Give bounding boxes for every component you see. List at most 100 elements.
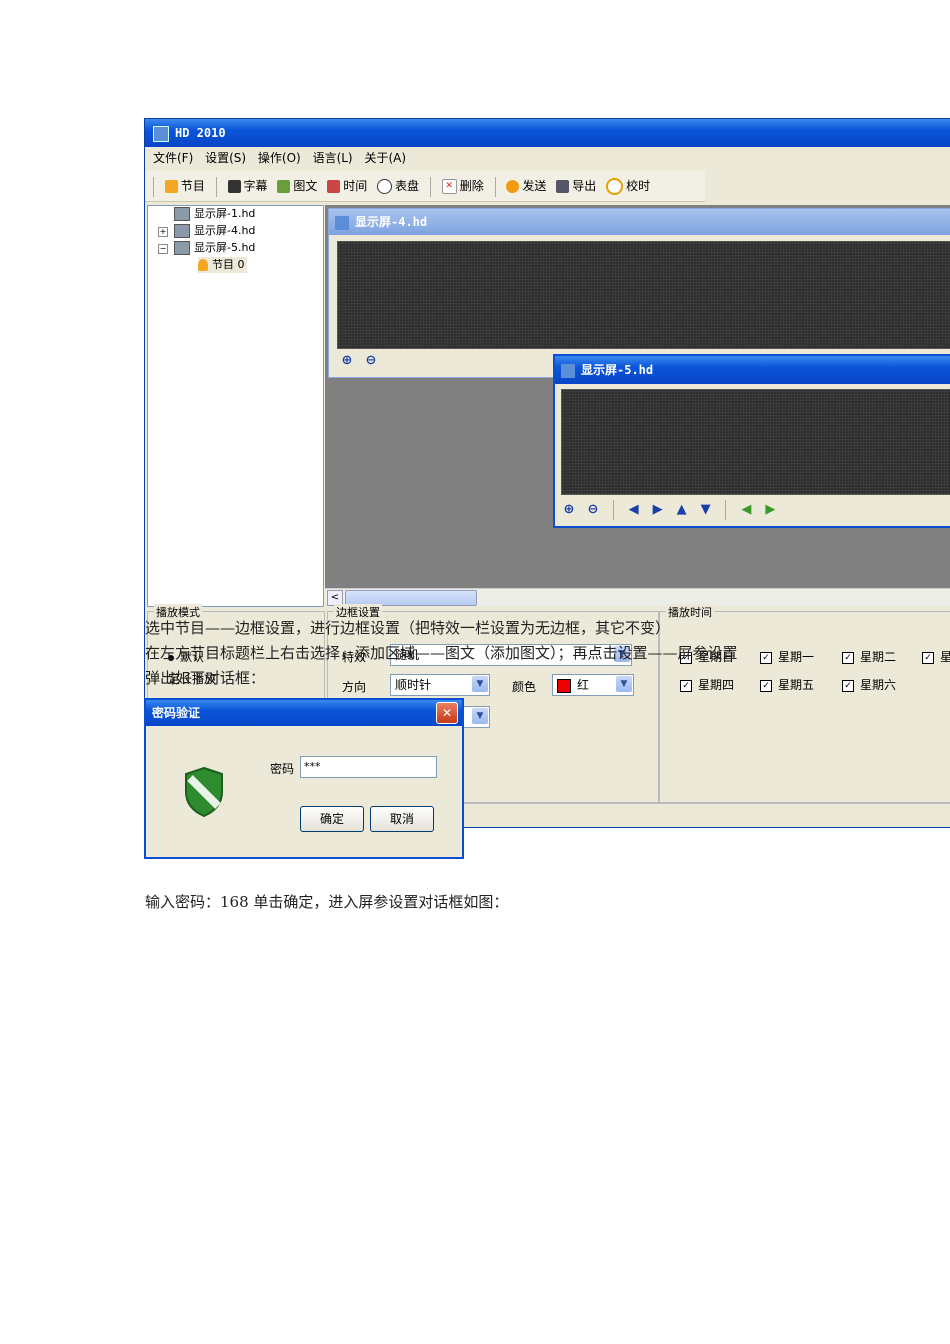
menu-about[interactable]: 关于(A) <box>364 148 406 168</box>
display-icon <box>174 241 190 255</box>
led-preview-4 <box>337 241 950 349</box>
checkmark-icon: ✓ <box>842 679 854 692</box>
time-sync-button[interactable]: 校时 <box>603 173 653 199</box>
doc-line-4: 输入密码：168 单击确定，进入屏参设置对话框如图： <box>145 893 509 911</box>
day-thursday-checkbox[interactable]: ✓ 星期四 <box>680 676 734 693</box>
color-swatch <box>557 678 571 693</box>
checkmark-icon: ✓ <box>680 679 692 692</box>
tree-item-screen-1[interactable]: 显示屏-1.hd <box>174 206 255 222</box>
app-icon <box>153 125 169 142</box>
day-tuesday-checkbox[interactable]: ✓ 星期二 <box>842 648 896 665</box>
checkmark-icon: ✓ <box>922 651 934 664</box>
delete-button[interactable]: ✕ 删除 <box>439 173 487 199</box>
menu-file[interactable]: 文件(F) <box>153 148 193 168</box>
clock-face-button[interactable]: 表盘 <box>374 173 422 199</box>
chevron-down-icon: ▼ <box>616 676 632 692</box>
time-button[interactable]: 时间 <box>324 173 370 199</box>
password-label: 密码 <box>270 762 295 776</box>
direction-select[interactable]: 顺时针 ▼ <box>390 674 490 696</box>
expand-icon[interactable]: + <box>158 227 168 237</box>
menu-bar: 文件(F) 设置(S) 操作(O) 语言(L) 关于(A) <box>145 148 950 168</box>
zoom-in-icon[interactable]: ⊕ <box>562 503 576 517</box>
zoom-out-icon[interactable]: ⊖ <box>364 353 378 368</box>
preview-controls-5: ⊕ ⊖ ◀ ▶ ▲ ▼ ◀ ▶ <box>557 500 950 522</box>
day-monday-checkbox[interactable]: ✓ 星期一 <box>760 648 814 665</box>
tree-item-screen-4[interactable]: + 显示屏-4.hd <box>158 223 255 239</box>
toolbar-separator <box>215 176 217 197</box>
toolbar-separator <box>612 500 614 520</box>
zoom-controls-4: ⊕ ⊖ <box>335 353 383 368</box>
mdi-workspace: 显示屏-4.hd ⊕⊖ 显示屏-5.hd ✕ ⊕⊖ ◀▶▲▼ ◀▶ <box>325 205 950 605</box>
doc-line-1: 选中节目——边框设置，进行边框设置（把特效一栏设置为无边框，其它不变） <box>145 619 671 637</box>
program-button[interactable]: 节目 <box>162 173 208 199</box>
app-title: HD 2010 <box>175 126 226 140</box>
chevron-down-icon: ▼ <box>472 708 488 724</box>
arrow-left-icon[interactable]: ◀ <box>627 503 641 517</box>
toolbar-separator <box>725 500 727 520</box>
cancel-button[interactable]: 取消 <box>370 806 434 832</box>
window-icon <box>335 215 349 230</box>
toolbar-separator <box>494 176 496 197</box>
toolbar-separator <box>153 176 154 197</box>
password-dialog-title-bar[interactable]: 密码验证 ✕ <box>146 700 462 726</box>
send-button[interactable]: 发送 <box>503 173 549 199</box>
arrow-up-icon[interactable]: ▲ <box>675 503 689 517</box>
toolbar: 节目 字幕 图文 时间 表盘 ✕ 删除 发送 导出 校时 <box>145 171 705 202</box>
arrow-down-icon[interactable]: ▼ <box>699 503 713 517</box>
direction-label: 方向 <box>342 680 367 694</box>
arrow-right-icon[interactable]: ▶ <box>651 503 665 517</box>
checkmark-icon: ✓ <box>842 651 854 664</box>
close-icon[interactable]: ✕ <box>436 702 458 724</box>
screen-5-title-bar[interactable]: 显示屏-5.hd ✕ <box>555 356 950 384</box>
subtitle-button[interactable]: 字幕 <box>225 173 271 199</box>
password-dialog-title: 密码验证 <box>152 706 201 720</box>
tree-item-screen-5[interactable]: − 显示屏-5.hd <box>158 240 255 256</box>
checkmark-icon: ✓ <box>760 679 772 692</box>
subtitle-icon <box>227 180 241 193</box>
display-icon <box>174 207 190 221</box>
tree-item-program-0[interactable]: 节目 0 <box>198 257 247 273</box>
day-wednesday-checkbox[interactable]: ✓星 <box>922 648 950 665</box>
collapse-icon[interactable]: − <box>158 244 168 254</box>
zoom-out-icon[interactable]: ⊖ <box>586 503 600 517</box>
clock-icon <box>606 178 624 195</box>
display-icon <box>174 224 190 238</box>
led-preview-5 <box>561 389 950 495</box>
menu-settings[interactable]: 设置(S) <box>205 148 246 168</box>
dial-icon <box>377 179 393 194</box>
checkmark-icon: ✓ <box>760 651 772 664</box>
screen-4-window: 显示屏-4.hd ⊕ ⊖ <box>328 208 950 378</box>
menu-language[interactable]: 语言(L) <box>313 148 353 168</box>
program-icon <box>164 180 178 193</box>
program-icon <box>198 259 208 271</box>
delete-icon: ✕ <box>441 179 457 194</box>
screen-4-title-bar[interactable]: 显示屏-4.hd <box>329 209 950 235</box>
password-input[interactable]: *** <box>300 756 437 778</box>
play-time-label: 播放时间 <box>666 604 714 620</box>
ok-button[interactable]: 确定 <box>300 806 364 832</box>
send-icon <box>506 180 520 193</box>
export-icon <box>556 180 570 193</box>
doc-line-2: 在左方节目标题栏上右击选择，添加区域——图文（添加图文）；再点击设置——屏参设置 <box>145 644 738 662</box>
green-left-icon[interactable]: ◀ <box>739 503 753 517</box>
zoom-in-icon[interactable]: ⊕ <box>340 353 354 368</box>
day-friday-checkbox[interactable]: ✓ 星期五 <box>760 676 814 693</box>
password-dialog: 密码验证 ✕ 密码 *** 确定 取消 <box>144 698 464 859</box>
menu-operation[interactable]: 操作(O) <box>258 148 301 168</box>
pencil-icon <box>277 180 291 193</box>
color-select[interactable]: 红 ▼ <box>552 674 634 696</box>
play-time-group: 播放时间 ✓星期日 ✓星期一 ✓星期二 ✓星 ✓星期四 ✓星期五 ✓星期六 <box>659 604 950 803</box>
app-title-bar[interactable]: HD 2010 <box>145 119 950 147</box>
screen-5-window: 显示屏-5.hd ✕ ⊕ ⊖ ◀ ▶ ▲ ▼ ◀ ▶ <box>553 354 950 528</box>
shield-icon <box>182 766 226 818</box>
green-right-icon[interactable]: ▶ <box>763 503 777 517</box>
doc-line-3: 弹出如下对话框： <box>145 669 266 687</box>
screen-tree: 显示屏-1.hd + 显示屏-4.hd − 显示屏-5.hd 节目 0 <box>147 205 324 607</box>
export-button[interactable]: 导出 <box>553 173 599 199</box>
toolbar-separator <box>429 176 431 197</box>
image-text-button[interactable]: 图文 <box>274 173 320 199</box>
horizontal-scrollbar[interactable]: < <box>325 588 950 606</box>
color-label: 颜色 <box>512 680 537 694</box>
day-saturday-checkbox[interactable]: ✓ 星期六 <box>842 676 896 693</box>
window-icon <box>561 363 575 378</box>
